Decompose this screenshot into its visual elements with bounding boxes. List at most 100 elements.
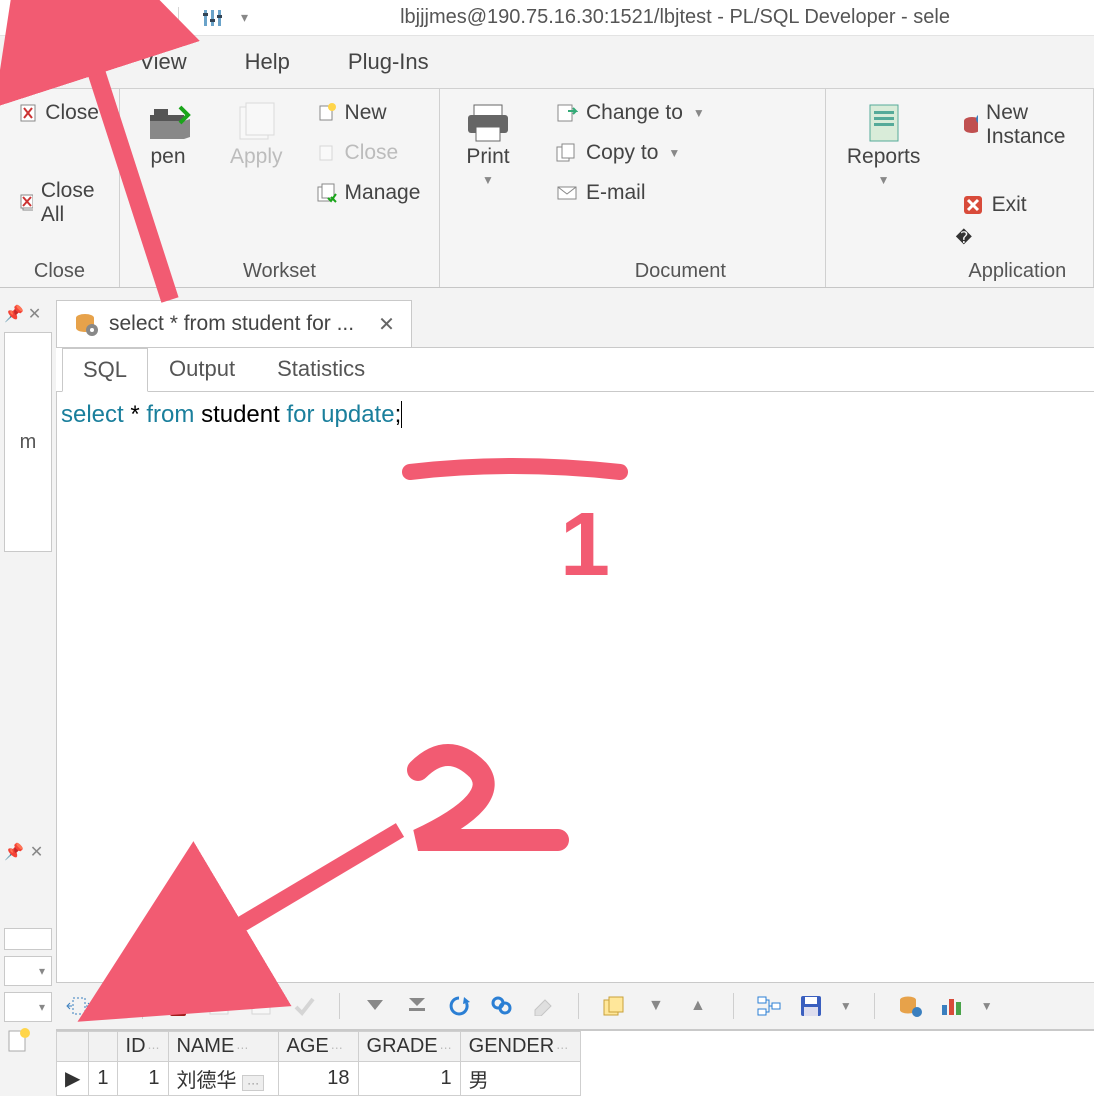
close-all-icon	[20, 194, 33, 212]
left-dropdown[interactable]: ▾	[4, 956, 52, 986]
up-icon[interactable]: ▲	[685, 993, 711, 1019]
pin-icon[interactable]: 📌	[4, 842, 24, 862]
fetch-last-icon[interactable]	[404, 993, 430, 1019]
cell-gender[interactable]: 男	[460, 1062, 580, 1096]
result-toolbar: ▼ + − ▼ ▲ ▼ ▼	[56, 982, 1094, 1030]
clear-icon[interactable]	[530, 993, 556, 1019]
find-icon[interactable]	[488, 993, 514, 1019]
exit-button[interactable]: Exit	[956, 189, 1079, 221]
chart-icon[interactable]	[939, 993, 965, 1019]
current-row-marker: ▶	[57, 1062, 89, 1096]
cell-editor-button[interactable]: ···	[242, 1075, 264, 1091]
tab-statistics[interactable]: Statistics	[256, 347, 386, 391]
cell-grade[interactable]: 1	[358, 1062, 460, 1096]
col-header-age[interactable]: AGE⋯	[278, 1032, 358, 1062]
cell-age[interactable]: 18	[278, 1062, 358, 1096]
change-icon	[556, 103, 578, 123]
table-row[interactable]: ▶ 1 1 刘德华 ··· 18 1 男	[57, 1062, 581, 1096]
down-icon[interactable]: ▼	[643, 993, 669, 1019]
preferences-icon[interactable]	[201, 7, 223, 29]
document-tab-title: select * from student for ...	[109, 312, 354, 336]
dropdown-icon[interactable]: ▾	[241, 9, 248, 26]
new-instance-button[interactable]: + New Instance	[956, 97, 1079, 153]
cell-id[interactable]: 1	[117, 1062, 168, 1096]
document-area: select * from student for ... ✕ SQL Outp…	[56, 300, 1094, 1096]
break-icon[interactable]	[134, 7, 156, 29]
cell-name[interactable]: 刘德华 ···	[168, 1062, 278, 1096]
fetch-next-icon[interactable]	[362, 993, 388, 1019]
email-button[interactable]: E-mail	[550, 177, 811, 209]
copy-results-icon[interactable]	[601, 993, 627, 1019]
ribbon-group-document: Change to▼ Copy to▼ E-mail Document	[536, 89, 826, 287]
sub-tabs: SQL Output Statistics	[56, 348, 1094, 392]
refresh-icon[interactable]	[446, 993, 472, 1019]
lock-icon[interactable]	[165, 993, 191, 1019]
svg-text:−: −	[267, 996, 274, 1007]
left-dropdown[interactable]: ▾	[4, 992, 52, 1022]
result-grid[interactable]: ID⋯ NAME⋯ AGE⋯ GRADE⋯ GENDER⋯ ▶ 1 1 刘德华 …	[56, 1030, 1094, 1096]
tab-output[interactable]: Output	[148, 347, 256, 391]
execute-icon[interactable]	[10, 7, 32, 29]
left-folder-label: m	[4, 332, 52, 552]
rollback-icon[interactable]	[92, 6, 116, 30]
commit-icon[interactable]	[50, 6, 74, 30]
ribbon-group-label: Application	[956, 260, 1079, 283]
copy-to-button[interactable]: Copy to▼	[550, 137, 811, 169]
col-header-gender[interactable]: GENDER⋯	[460, 1032, 580, 1062]
menu-view[interactable]: View	[139, 49, 186, 75]
sql-window-icon	[73, 311, 99, 337]
dropdown-icon[interactable]: ▼	[108, 999, 120, 1013]
dropdown-icon[interactable]: ▼	[981, 999, 993, 1013]
exit-icon	[962, 194, 984, 216]
ribbon-group-close: Close Close All Close	[0, 89, 120, 287]
db-link-icon[interactable]	[897, 993, 923, 1019]
quick-toolbar: ▾ lbjjjmes@190.75.16.30:1521/lbjtest - P…	[0, 0, 1094, 36]
menu-configure[interactable]: Confi	[30, 49, 81, 75]
open-button[interactable]: pen	[134, 97, 202, 173]
add-record-icon[interactable]: +	[207, 993, 233, 1019]
apply-button[interactable]: Apply	[220, 97, 293, 173]
close-button[interactable]: Close	[14, 97, 105, 129]
ribbon-group-reports: Reports ▼	[826, 89, 942, 287]
svg-text:+: +	[225, 996, 232, 1007]
change-to-button[interactable]: Change to▼	[550, 97, 811, 129]
grid-header-row: ID⋯ NAME⋯ AGE⋯ GRADE⋯ GENDER⋯	[57, 1032, 581, 1062]
apply-icon	[234, 101, 278, 145]
ribbon-group-label: Workset	[134, 260, 425, 283]
workset-new-button[interactable]: New	[311, 97, 427, 129]
close-panel-icon[interactable]: ✕	[28, 304, 41, 324]
post-icon[interactable]	[291, 993, 317, 1019]
print-button[interactable]: Print ▼	[454, 97, 522, 191]
toolbar-separator	[178, 7, 179, 29]
tab-sql[interactable]: SQL	[62, 348, 148, 392]
save-icon[interactable]	[798, 993, 824, 1019]
menu-plugins[interactable]: Plug-Ins	[348, 49, 429, 75]
close-all-button[interactable]: Close All	[14, 175, 105, 231]
dropdown-icon[interactable]: ▼	[840, 999, 852, 1013]
new-instance-icon: +	[962, 114, 978, 136]
new-file-icon[interactable]	[4, 1028, 52, 1056]
ribbon-group-label: Close	[14, 260, 105, 283]
query-builder-icon[interactable]	[756, 993, 782, 1019]
workset-close-button[interactable]: Close	[311, 137, 427, 169]
workset-manage-button[interactable]: Manage	[311, 177, 427, 209]
reports-icon	[862, 101, 906, 145]
pin-icon[interactable]: 📌	[4, 304, 24, 324]
close-panel-icon[interactable]: ✕	[30, 842, 43, 862]
close-tab-icon[interactable]: ✕	[378, 312, 395, 337]
sql-editor[interactable]: select * from student for update;	[56, 392, 1094, 982]
left-box	[4, 928, 52, 950]
col-header-grade[interactable]: GRADE⋯	[358, 1032, 460, 1062]
window-title: lbjjjmes@190.75.16.30:1521/lbjtest - PL/…	[266, 6, 1084, 29]
col-header-id[interactable]: ID⋯	[117, 1032, 168, 1062]
menu-help[interactable]: Help	[245, 49, 290, 75]
fit-column-icon[interactable]	[66, 993, 92, 1019]
delete-record-icon[interactable]: −	[249, 993, 275, 1019]
dropdown-icon: ▼	[878, 173, 890, 187]
reports-button[interactable]: Reports ▼	[840, 97, 928, 191]
left-panel: 📌 ✕ m 📌 ✕ ▾ ▾	[0, 300, 56, 1096]
document-tab[interactable]: select * from student for ... ✕	[56, 300, 412, 347]
col-header-name[interactable]: NAME⋯	[168, 1032, 278, 1062]
menu-bar: Confi View Help Plug-Ins	[0, 36, 1094, 88]
copy-icon	[556, 143, 578, 163]
